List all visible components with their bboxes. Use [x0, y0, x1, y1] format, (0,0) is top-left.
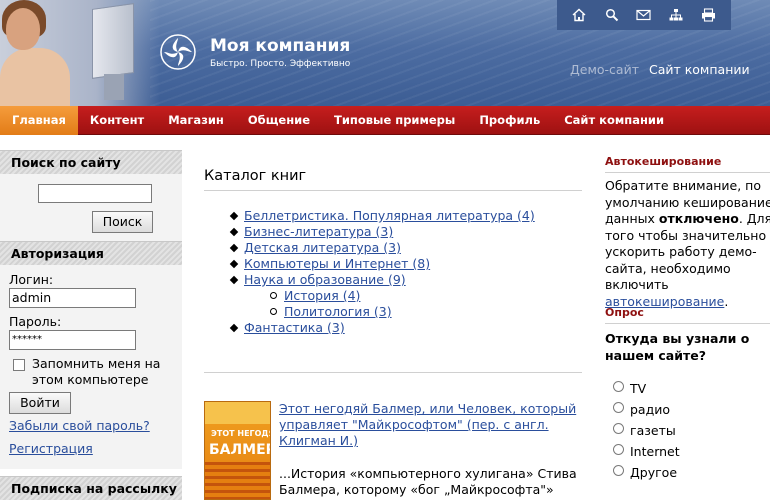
page-title: Каталог книг: [204, 168, 307, 184]
site-slogan: Быстро. Просто. Эффективно: [210, 59, 351, 69]
password-label: Пароль:: [9, 314, 62, 329]
nav-item-home[interactable]: Главная: [0, 106, 78, 135]
nav-item-company-site[interactable]: Сайт компании: [552, 106, 676, 135]
search-box-title: Поиск по сайту: [0, 150, 182, 174]
nav-item-community[interactable]: Общение: [236, 106, 322, 135]
left-sidebar: Поиск по сайту Поиск Авторизация Логин: …: [0, 150, 182, 500]
main-content: Каталог книг Беллетристика. Популярная л…: [204, 150, 582, 500]
poll-option[interactable]: радио: [613, 399, 680, 420]
book-cover-line2: БАЛМЕР: [209, 442, 271, 458]
poll-option[interactable]: Другое: [613, 462, 680, 483]
company-logo-icon: [160, 34, 196, 70]
category-link[interactable]: Наука и образование (9): [244, 272, 406, 287]
category-list: Беллетристика. Популярная литература (4)…: [229, 208, 582, 336]
site-switcher: Демо-сайт Сайт компании: [570, 62, 750, 77]
divider: [605, 323, 770, 324]
list-item: История (4): [244, 288, 582, 304]
radio-button[interactable]: [613, 423, 624, 434]
radio-button[interactable]: [613, 381, 624, 392]
book-description: ...История «компьютерного хулигана» Стив…: [279, 466, 577, 500]
poll-option[interactable]: газеты: [613, 420, 680, 441]
forgot-password-link[interactable]: Забыли свой пароль?: [9, 418, 150, 433]
register-link[interactable]: Регистрация: [9, 441, 93, 456]
subcategory-link[interactable]: Политология (3): [284, 304, 392, 319]
radio-button[interactable]: [613, 444, 624, 455]
login-button[interactable]: Войти: [9, 392, 71, 414]
poll-question: Откуда вы узнали о нашем сайте?: [605, 331, 750, 363]
login-label: Логин:: [9, 272, 54, 287]
site-title[interactable]: Моя компания: [210, 36, 350, 56]
nav-item-profile[interactable]: Профиль: [467, 106, 552, 135]
main-navigation: Главная Контент Магазин Общение Типовые …: [0, 106, 770, 135]
divider: [605, 172, 770, 173]
mail-icon[interactable]: [635, 6, 653, 24]
poll-option[interactable]: Internet: [613, 441, 680, 462]
subscribe-box-title: Подписка на рассылку: [0, 476, 182, 500]
search-input[interactable]: [38, 184, 152, 203]
nav-item-content[interactable]: Контент: [78, 106, 156, 135]
remember-me-label: Запомнить меня на этом компьютере: [32, 356, 161, 387]
nav-item-examples[interactable]: Типовые примеры: [322, 106, 467, 135]
poll-options: TV радио газеты Internet Другое: [613, 378, 680, 483]
list-item: Беллетристика. Популярная литература (4): [229, 208, 582, 224]
list-item: Бизнес-литература (3): [229, 224, 582, 240]
book-title-link[interactable]: Этот негодяй Балмер, или Человек, которы…: [279, 401, 579, 449]
remember-me-checkbox[interactable]: [13, 359, 25, 371]
book-cover-line1: ЭТОТ НЕГОДЯЙ: [211, 429, 270, 438]
list-item: Политология (3): [244, 304, 582, 320]
list-item: Компьютеры и Интернет (8): [229, 256, 582, 272]
sitemap-icon[interactable]: [667, 6, 685, 24]
list-item: Детская литература (3): [229, 240, 582, 256]
poll-option[interactable]: TV: [613, 378, 680, 399]
radio-button[interactable]: [613, 402, 624, 413]
login-field[interactable]: admin: [9, 288, 136, 308]
category-link[interactable]: Детская литература (3): [244, 240, 401, 255]
search-button[interactable]: Поиск: [92, 211, 153, 233]
search-box: Поиск: [0, 174, 182, 241]
auth-box: Логин: admin Пароль: ****** Запомнить ме…: [0, 265, 182, 469]
search-icon[interactable]: [603, 6, 621, 24]
poll-title: Опрос: [605, 306, 644, 319]
category-link[interactable]: Беллетристика. Популярная литература (4): [244, 208, 535, 223]
auth-box-title: Авторизация: [0, 241, 182, 265]
divider: [204, 372, 582, 373]
subcategory-link[interactable]: История (4): [284, 288, 360, 303]
company-site-link[interactable]: Сайт компании: [649, 62, 750, 77]
site-header: Моя компания Быстро. Просто. Эффективно …: [0, 0, 770, 106]
book-cover-image[interactable]: ЭТОТ НЕГОДЯЙ БАЛМЕР: [204, 401, 271, 500]
demo-site-link[interactable]: Демо-сайт: [570, 62, 639, 77]
category-link[interactable]: Компьютеры и Интернет (8): [244, 256, 430, 271]
password-field[interactable]: ******: [9, 330, 136, 350]
radio-button[interactable]: [613, 465, 624, 476]
category-link[interactable]: Фантастика (3): [244, 320, 345, 335]
list-item: Фантастика (3): [229, 320, 582, 336]
right-sidebar: Автокеширование Обратите внимание, по ум…: [605, 150, 770, 500]
category-link[interactable]: Бизнес-литература (3): [244, 224, 393, 239]
nav-item-shop[interactable]: Магазин: [156, 106, 236, 135]
disabled-emphasis: отключено: [658, 211, 739, 226]
print-icon[interactable]: [700, 6, 718, 24]
list-item: Наука и образование (9): [229, 272, 582, 288]
header-photo: [0, 0, 160, 106]
autocache-title: Автокеширование: [605, 155, 722, 168]
divider: [204, 190, 582, 191]
home-icon[interactable]: [570, 6, 588, 24]
autocache-notice: Обратите внимание, по умолчанию кеширова…: [605, 178, 770, 309]
top-icon-bar: [557, 0, 731, 30]
